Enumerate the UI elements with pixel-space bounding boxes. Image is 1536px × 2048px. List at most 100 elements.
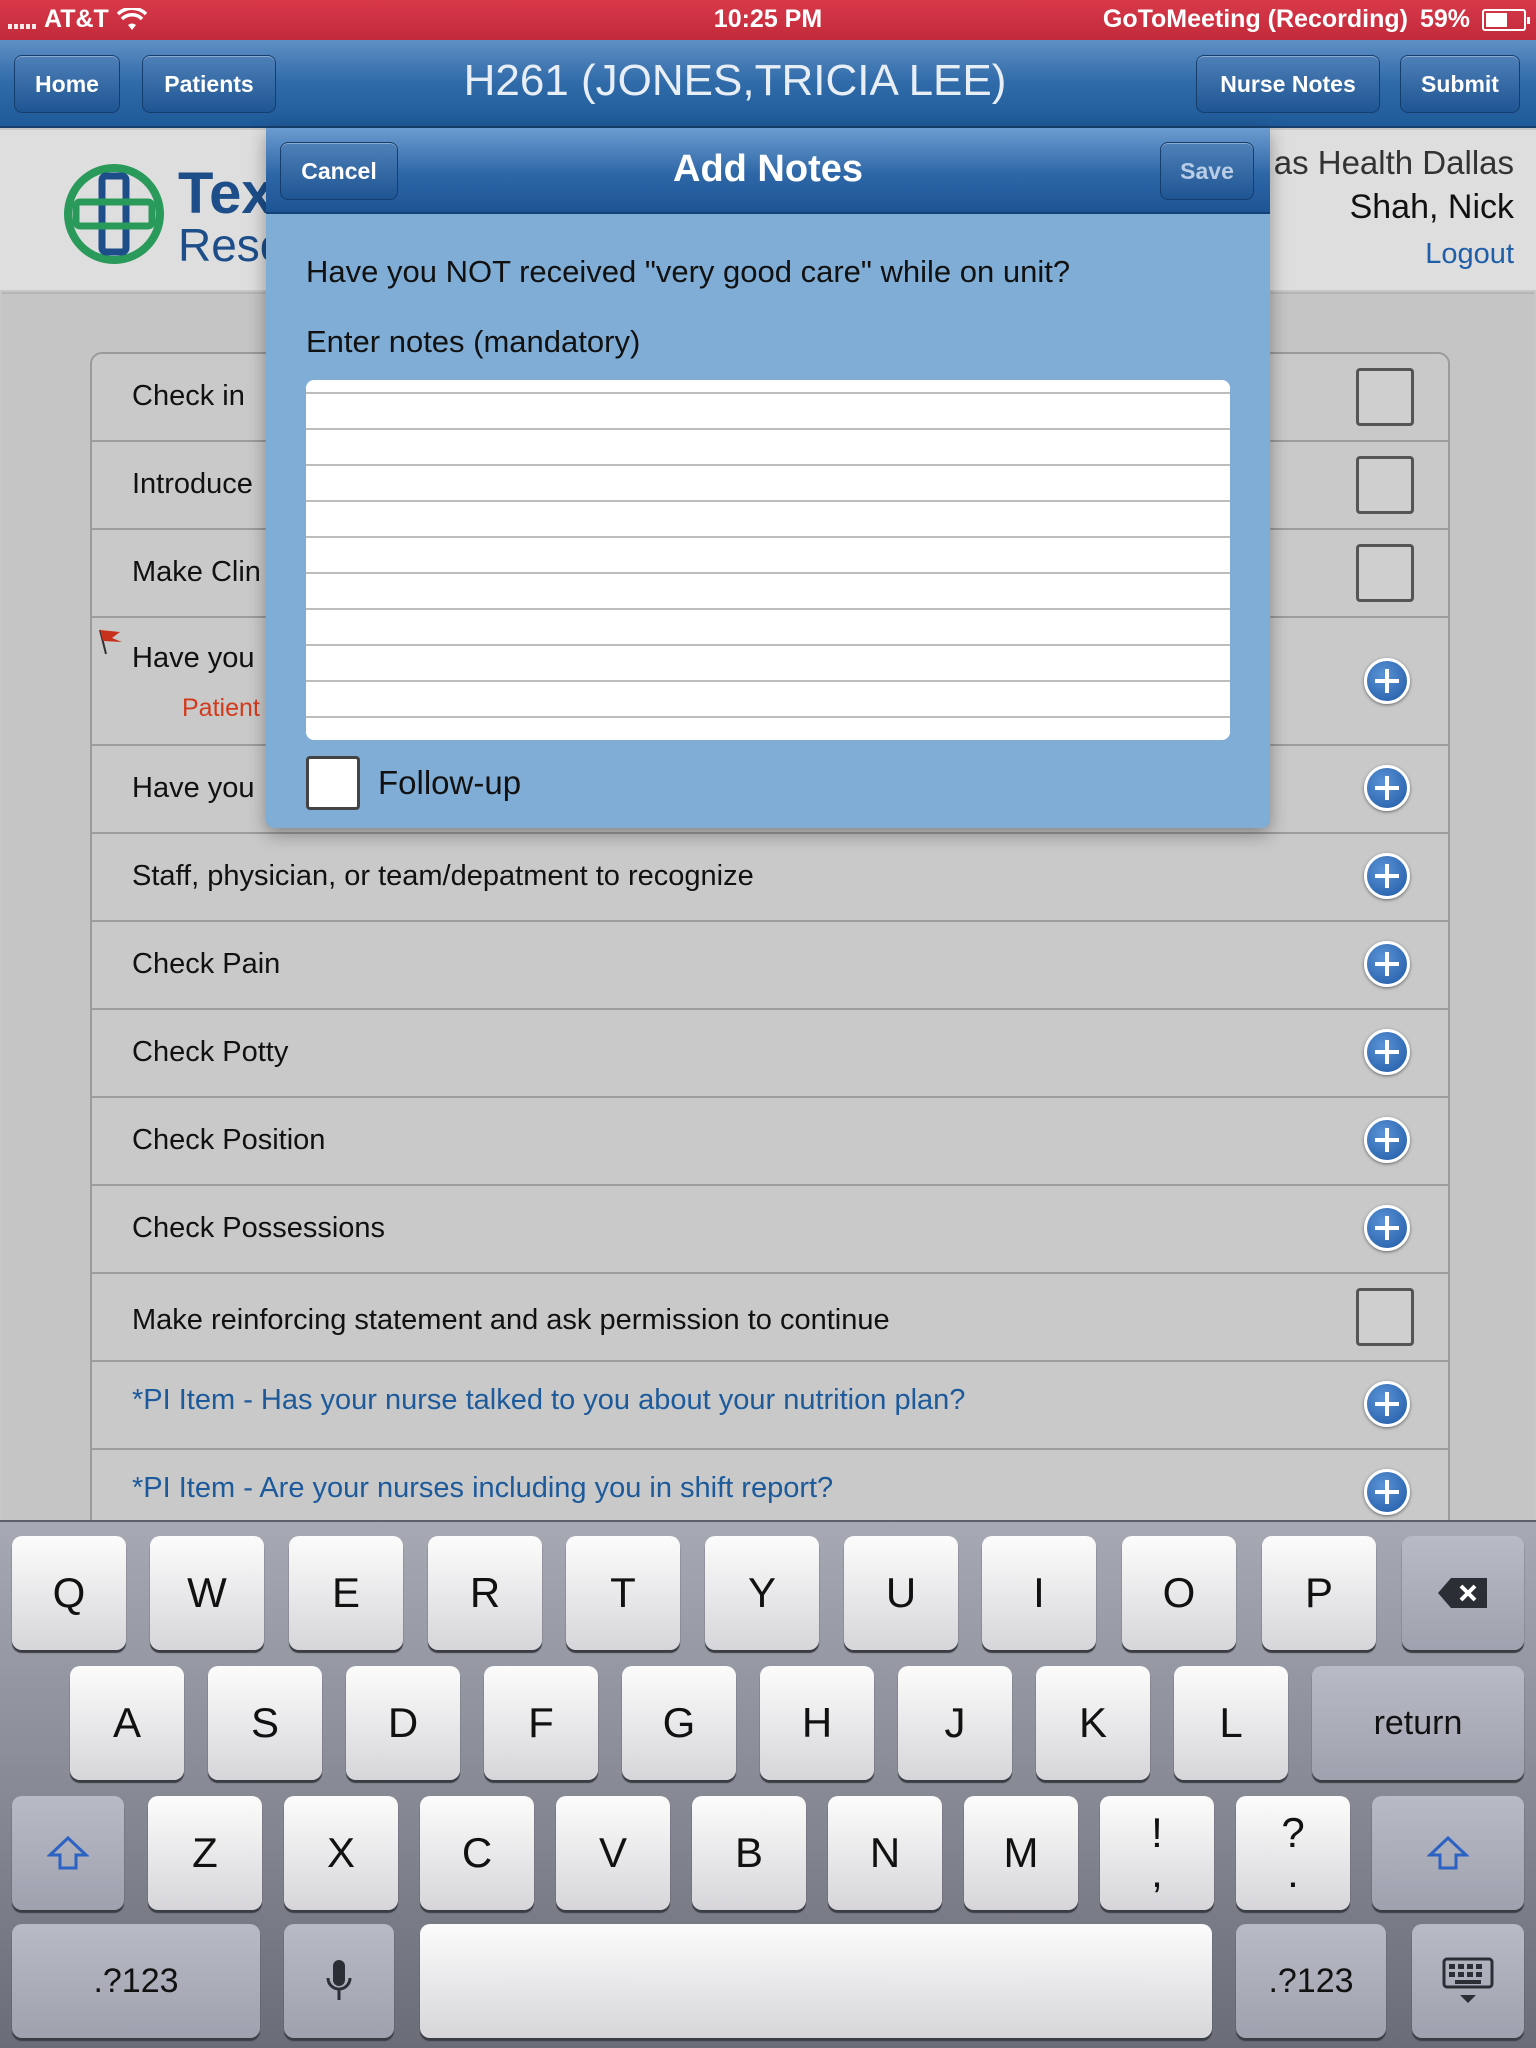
add-notes-modal: Cancel Add Notes Save Have you NOT recei… — [266, 128, 1270, 828]
key-b[interactable]: B — [692, 1796, 806, 1910]
shift-key-left[interactable] — [12, 1796, 124, 1910]
add-icon[interactable] — [1364, 658, 1410, 704]
checkbox[interactable] — [1356, 456, 1414, 514]
numbers-key-left[interactable]: .?123 — [12, 1924, 260, 2038]
org-name: as Health Dallas — [1273, 144, 1514, 181]
list-item-label: *PI Item - Are your nurses including you… — [132, 1472, 834, 1504]
key-w[interactable]: W — [150, 1536, 264, 1650]
add-icon[interactable] — [1364, 941, 1410, 987]
key-y[interactable]: Y — [705, 1536, 819, 1650]
shift-key-right[interactable] — [1372, 1796, 1524, 1910]
recording-label: GoToMeeting (Recording) — [1102, 5, 1408, 33]
add-icon[interactable] — [1364, 765, 1410, 811]
add-icon[interactable] — [1364, 1469, 1410, 1515]
key-exclamation-comma[interactable]: ! , — [1100, 1796, 1214, 1910]
checkbox[interactable] — [1356, 368, 1414, 426]
list-item-label: Check Potty — [132, 1036, 289, 1068]
backspace-key[interactable] — [1402, 1536, 1524, 1650]
key-g[interactable]: G — [622, 1666, 736, 1780]
key-x[interactable]: X — [284, 1796, 398, 1910]
dictation-key[interactable] — [284, 1924, 394, 2038]
key-f[interactable]: F — [484, 1666, 598, 1780]
list-item[interactable]: *PI Item - Has your nurse talked to you … — [92, 1362, 1448, 1450]
list-item-label: Introduce — [132, 468, 253, 500]
question-text: Have you NOT received "very good care" w… — [306, 254, 1071, 289]
hide-keyboard-icon — [1442, 1957, 1494, 2003]
key-bottom: . — [1287, 1849, 1299, 1896]
key-o[interactable]: O — [1122, 1536, 1236, 1650]
key-n[interactable]: N — [828, 1796, 942, 1910]
battery-percent: 59% — [1419, 5, 1470, 33]
hide-keyboard-key[interactable] — [1412, 1924, 1524, 2038]
key-question-period[interactable]: ? . — [1236, 1796, 1350, 1910]
key-l[interactable]: L — [1174, 1666, 1288, 1780]
list-item[interactable]: Check Possessions — [92, 1186, 1448, 1274]
list-item[interactable]: Check Potty — [92, 1010, 1448, 1098]
key-p[interactable]: P — [1262, 1536, 1376, 1650]
status-right: GoToMeeting (Recording) 59% — [1102, 5, 1530, 34]
save-button[interactable]: Save — [1160, 142, 1254, 200]
key-m[interactable]: M — [964, 1796, 1078, 1910]
key-z[interactable]: Z — [148, 1796, 262, 1910]
key-v[interactable]: V — [556, 1796, 670, 1910]
key-top: ? — [1281, 1809, 1305, 1856]
checkbox[interactable] — [1356, 1288, 1414, 1346]
microphone-icon — [326, 1960, 352, 2000]
list-item-label: Check in — [132, 380, 245, 412]
key-c[interactable]: C — [420, 1796, 534, 1910]
shift-icon — [47, 1835, 89, 1870]
numbers-key-right[interactable]: .?123 — [1236, 1924, 1386, 2038]
list-item-label: Have you — [132, 772, 255, 804]
list-item-label: Check Position — [132, 1124, 326, 1156]
list-item[interactable]: Staff, physician, or team/depatment to r… — [92, 834, 1448, 922]
texas-health-logo-icon — [64, 164, 164, 264]
user-name: Shah, Nick — [1349, 188, 1514, 226]
checkbox[interactable] — [1356, 544, 1414, 602]
key-s[interactable]: S — [208, 1666, 322, 1780]
battery-icon — [1482, 8, 1530, 31]
key-stack: ? . — [1281, 1809, 1305, 1896]
key-r[interactable]: R — [428, 1536, 542, 1650]
key-bottom: , — [1151, 1849, 1163, 1896]
list-item-label: Make reinforcing statement and ask permi… — [132, 1304, 890, 1336]
list-item[interactable]: Make reinforcing statement and ask permi… — [92, 1274, 1448, 1362]
add-icon[interactable] — [1364, 853, 1410, 899]
list-item-sublabel: Patient — [182, 694, 260, 722]
return-key[interactable]: return — [1312, 1666, 1524, 1780]
key-e[interactable]: E — [289, 1536, 403, 1650]
list-item-label: Have you — [132, 642, 255, 674]
modal-header: Cancel Add Notes Save — [266, 128, 1270, 214]
add-icon[interactable] — [1364, 1029, 1410, 1075]
notes-textarea[interactable] — [306, 380, 1230, 740]
key-a[interactable]: A — [70, 1666, 184, 1780]
nurse-notes-button[interactable]: Nurse Notes — [1196, 55, 1380, 113]
notes-label: Enter notes (mandatory) — [306, 324, 641, 359]
key-stack: ! , — [1151, 1809, 1163, 1896]
key-t[interactable]: T — [566, 1536, 680, 1650]
keyboard: Q W E R T Y U I O P A S D F G H J K L re… — [0, 1520, 1536, 2048]
add-icon[interactable] — [1364, 1381, 1410, 1427]
list-item-label: Check Possessions — [132, 1212, 386, 1244]
key-top: ! — [1151, 1809, 1163, 1856]
list-item-label: Staff, physician, or team/depatment to r… — [132, 860, 754, 892]
key-h[interactable]: H — [760, 1666, 874, 1780]
flag-icon — [99, 629, 122, 655]
add-icon[interactable] — [1364, 1205, 1410, 1251]
key-k[interactable]: K — [1036, 1666, 1150, 1780]
logout-link[interactable]: Logout — [1425, 238, 1514, 271]
key-j[interactable]: J — [898, 1666, 1012, 1780]
list-item-label: Check Pain — [132, 948, 281, 980]
key-d[interactable]: D — [346, 1666, 460, 1780]
space-key[interactable] — [420, 1924, 1212, 2038]
add-icon[interactable] — [1364, 1117, 1410, 1163]
list-item[interactable]: Check Position — [92, 1098, 1448, 1186]
key-u[interactable]: U — [844, 1536, 958, 1650]
backspace-icon — [1438, 1578, 1487, 1608]
list-item-label: Make Clin — [132, 556, 261, 588]
list-item[interactable]: Check Pain — [92, 922, 1448, 1010]
followup-checkbox[interactable] — [306, 756, 360, 810]
submit-button[interactable]: Submit — [1400, 55, 1520, 113]
key-i[interactable]: I — [982, 1536, 1096, 1650]
battery-fill — [1486, 12, 1508, 27]
key-q[interactable]: Q — [12, 1536, 126, 1650]
